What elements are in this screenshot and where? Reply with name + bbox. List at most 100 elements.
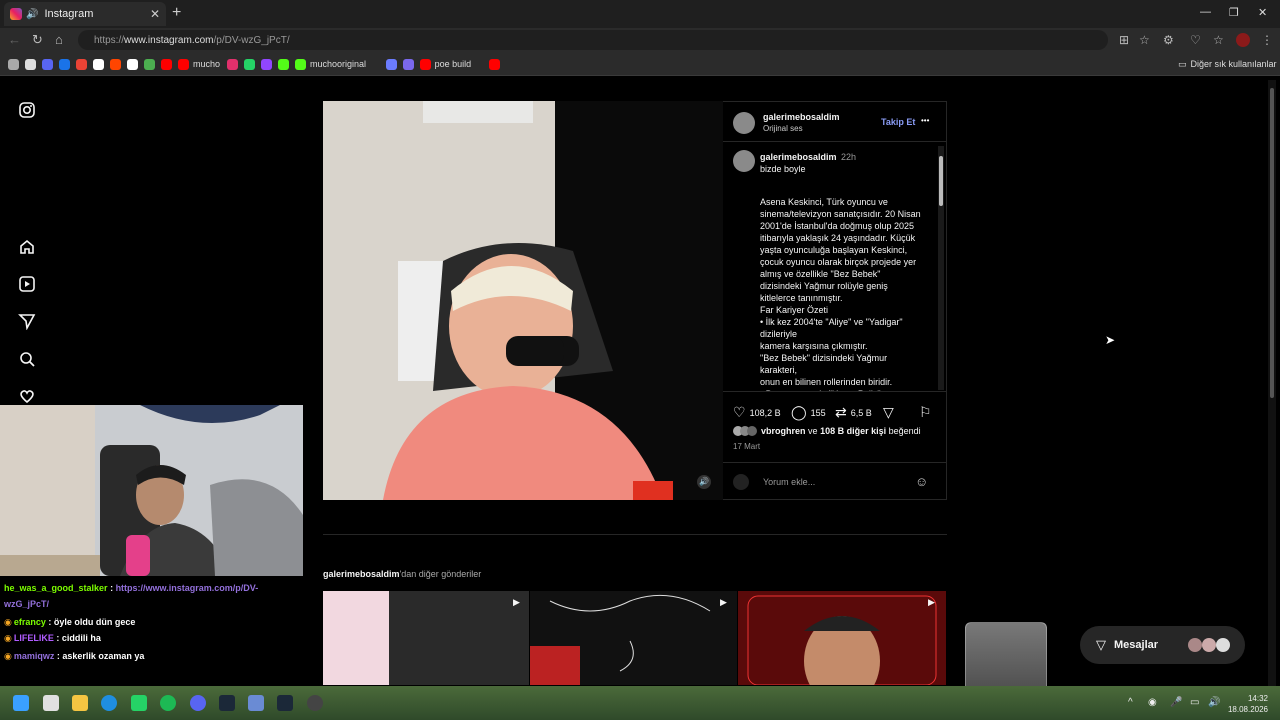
file-explorer-icon[interactable] bbox=[72, 695, 88, 711]
bookmark-item[interactable] bbox=[144, 57, 159, 71]
more-menu-icon[interactable]: ⋮ bbox=[1261, 33, 1273, 47]
share-icon[interactable]: ▽ bbox=[883, 404, 894, 421]
audio-label[interactable]: Orijinal ses bbox=[763, 124, 803, 133]
mute-toggle-icon[interactable]: 🔊 bbox=[697, 475, 711, 489]
heart-icon[interactable]: ♡ bbox=[733, 404, 746, 421]
tab-close-icon[interactable]: ✕ bbox=[150, 7, 160, 21]
grid-post-2[interactable]: ▶ bbox=[530, 591, 737, 685]
bookmark-item[interactable] bbox=[261, 57, 276, 71]
more-options-icon[interactable]: ••• bbox=[921, 116, 929, 125]
more-posts-user[interactable]: galerimebosaldim bbox=[323, 569, 400, 579]
repost-icon[interactable]: ⇄ bbox=[835, 404, 847, 421]
whatsapp-icon[interactable] bbox=[131, 695, 147, 711]
speaker-icon[interactable]: 🔊 bbox=[26, 9, 38, 20]
comment-input[interactable]: Yorum ekle... bbox=[763, 477, 815, 487]
comment-action[interactable]: ◯ 155 bbox=[791, 404, 826, 421]
start-icon[interactable] bbox=[13, 695, 29, 711]
app-available-icon[interactable]: ⊞ bbox=[1119, 33, 1129, 47]
search-nav-icon[interactable] bbox=[18, 350, 36, 368]
share-action[interactable]: ▽ bbox=[883, 404, 898, 421]
minimize-button[interactable]: — bbox=[1200, 6, 1211, 18]
chat-username[interactable]: efrancy bbox=[14, 617, 46, 627]
grid-post-3[interactable]: ▶ bbox=[738, 591, 946, 685]
restore-button[interactable]: ❐ bbox=[1229, 6, 1239, 19]
home-nav-icon[interactable] bbox=[18, 238, 36, 256]
bookmark-item[interactable] bbox=[161, 57, 176, 71]
microphone-icon[interactable]: 🎤 bbox=[1170, 697, 1182, 708]
liked-by-user[interactable]: vbroghren bbox=[761, 426, 806, 436]
repost-action[interactable]: ⇄ 6,5 B bbox=[835, 404, 872, 421]
extensions-icon[interactable]: ⚙ bbox=[1163, 33, 1174, 47]
bookmark-item[interactable]: poe build bbox=[419, 57, 471, 71]
close-window-button[interactable]: ✕ bbox=[1258, 6, 1267, 19]
bookmark-item[interactable] bbox=[402, 57, 418, 71]
browser-essentials-icon[interactable]: ♡ bbox=[1190, 33, 1201, 47]
bookmark-item[interactable] bbox=[278, 57, 293, 71]
reload-icon[interactable]: ↻ bbox=[32, 32, 43, 48]
home-icon[interactable]: ⌂ bbox=[55, 32, 63, 47]
caption-avatar[interactable] bbox=[733, 150, 755, 172]
chat-text[interactable]: wzG_jPcT/ bbox=[4, 599, 49, 609]
bookmark-item[interactable] bbox=[385, 57, 401, 71]
bookmark-item[interactable]: mucho bbox=[178, 57, 220, 71]
clock-date[interactable]: 18.08.2026 bbox=[1224, 705, 1268, 714]
follow-button[interactable]: Takip Et bbox=[881, 117, 915, 127]
chat-username[interactable]: he_was_a_good_stalker bbox=[4, 583, 108, 593]
liked-by-others[interactable]: 108 B diğer kişi bbox=[820, 426, 886, 436]
tray-chevron-icon[interactable]: ^ bbox=[1128, 697, 1133, 708]
caption-scrollbar[interactable] bbox=[938, 146, 944, 390]
bookmark-item[interactable] bbox=[93, 57, 108, 71]
bookmark-item[interactable]: muchooriginal bbox=[295, 57, 366, 71]
emoji-icon[interactable]: ☺ bbox=[915, 474, 928, 489]
app-icon[interactable] bbox=[248, 695, 264, 711]
bookmark-item[interactable] bbox=[59, 57, 74, 71]
caption-username[interactable]: galerimebosaldim bbox=[760, 152, 837, 162]
messages-button[interactable]: ▽ Mesajlar bbox=[1080, 626, 1245, 664]
notifications-heart-icon[interactable] bbox=[18, 387, 36, 405]
network-icon[interactable]: ▭ bbox=[1190, 697, 1199, 708]
author-avatar[interactable] bbox=[733, 112, 755, 134]
bookmark-item[interactable] bbox=[25, 57, 40, 71]
instagram-logo-icon[interactable] bbox=[18, 101, 36, 119]
favorite-star-icon[interactable]: ☆ bbox=[1139, 33, 1150, 47]
chat-username[interactable]: LIFELIKE bbox=[14, 633, 54, 643]
page-scrollbar[interactable] bbox=[1268, 80, 1276, 686]
save-action[interactable]: ⚐ bbox=[919, 404, 936, 421]
bookmark-item[interactable] bbox=[8, 57, 23, 71]
grid-post-1[interactable]: ▶ bbox=[323, 591, 529, 685]
favorites-icon[interactable]: ☆ bbox=[1213, 33, 1224, 47]
tray-app-icon[interactable]: ◉ bbox=[1148, 697, 1157, 708]
like-action[interactable]: ♡ 108,2 B bbox=[733, 404, 781, 421]
bookmark-item[interactable] bbox=[127, 57, 142, 71]
clock-time[interactable]: 14:32 bbox=[1228, 694, 1268, 703]
scrollbar-thumb[interactable] bbox=[939, 156, 943, 206]
new-tab-button[interactable]: + bbox=[172, 4, 181, 22]
steam-icon[interactable] bbox=[219, 695, 235, 711]
chat-text[interactable]: https://www.instagram.com/p/DV- bbox=[116, 583, 259, 593]
edge-icon[interactable] bbox=[101, 695, 117, 711]
bookmark-item[interactable] bbox=[227, 57, 242, 71]
spotify-icon[interactable] bbox=[160, 695, 176, 711]
bookmark-item[interactable] bbox=[244, 57, 259, 71]
author-username[interactable]: galerimebosaldim bbox=[763, 112, 840, 122]
tab-instagram[interactable]: 🔊 Instagram ✕ bbox=[4, 2, 166, 26]
bookmark-item[interactable] bbox=[110, 57, 125, 71]
steam-icon[interactable] bbox=[277, 695, 293, 711]
bookmark-item[interactable] bbox=[76, 57, 91, 71]
reels-nav-icon[interactable] bbox=[18, 275, 36, 293]
post-video[interactable]: 🔊 bbox=[323, 101, 723, 500]
chat-username[interactable]: mamiqwz bbox=[14, 651, 55, 661]
comment-icon[interactable]: ◯ bbox=[791, 404, 807, 421]
back-icon[interactable]: ← bbox=[8, 32, 21, 47]
url-input[interactable]: https://www.instagram.com/p/DV-wzG_jPcT/ bbox=[78, 30, 1108, 50]
volume-icon[interactable]: 🔊 bbox=[1208, 697, 1220, 708]
bookmark-item[interactable] bbox=[489, 57, 504, 71]
send-nav-icon[interactable] bbox=[18, 312, 36, 331]
profile-avatar-icon[interactable] bbox=[1236, 33, 1250, 47]
discord-icon[interactable] bbox=[190, 695, 206, 711]
page-scrollbar-thumb[interactable] bbox=[1270, 88, 1274, 398]
bookmark-icon[interactable]: ⚐ bbox=[919, 404, 932, 421]
task-view-icon[interactable] bbox=[43, 695, 59, 711]
bookmark-item[interactable] bbox=[42, 57, 57, 71]
obs-icon[interactable] bbox=[307, 695, 323, 711]
